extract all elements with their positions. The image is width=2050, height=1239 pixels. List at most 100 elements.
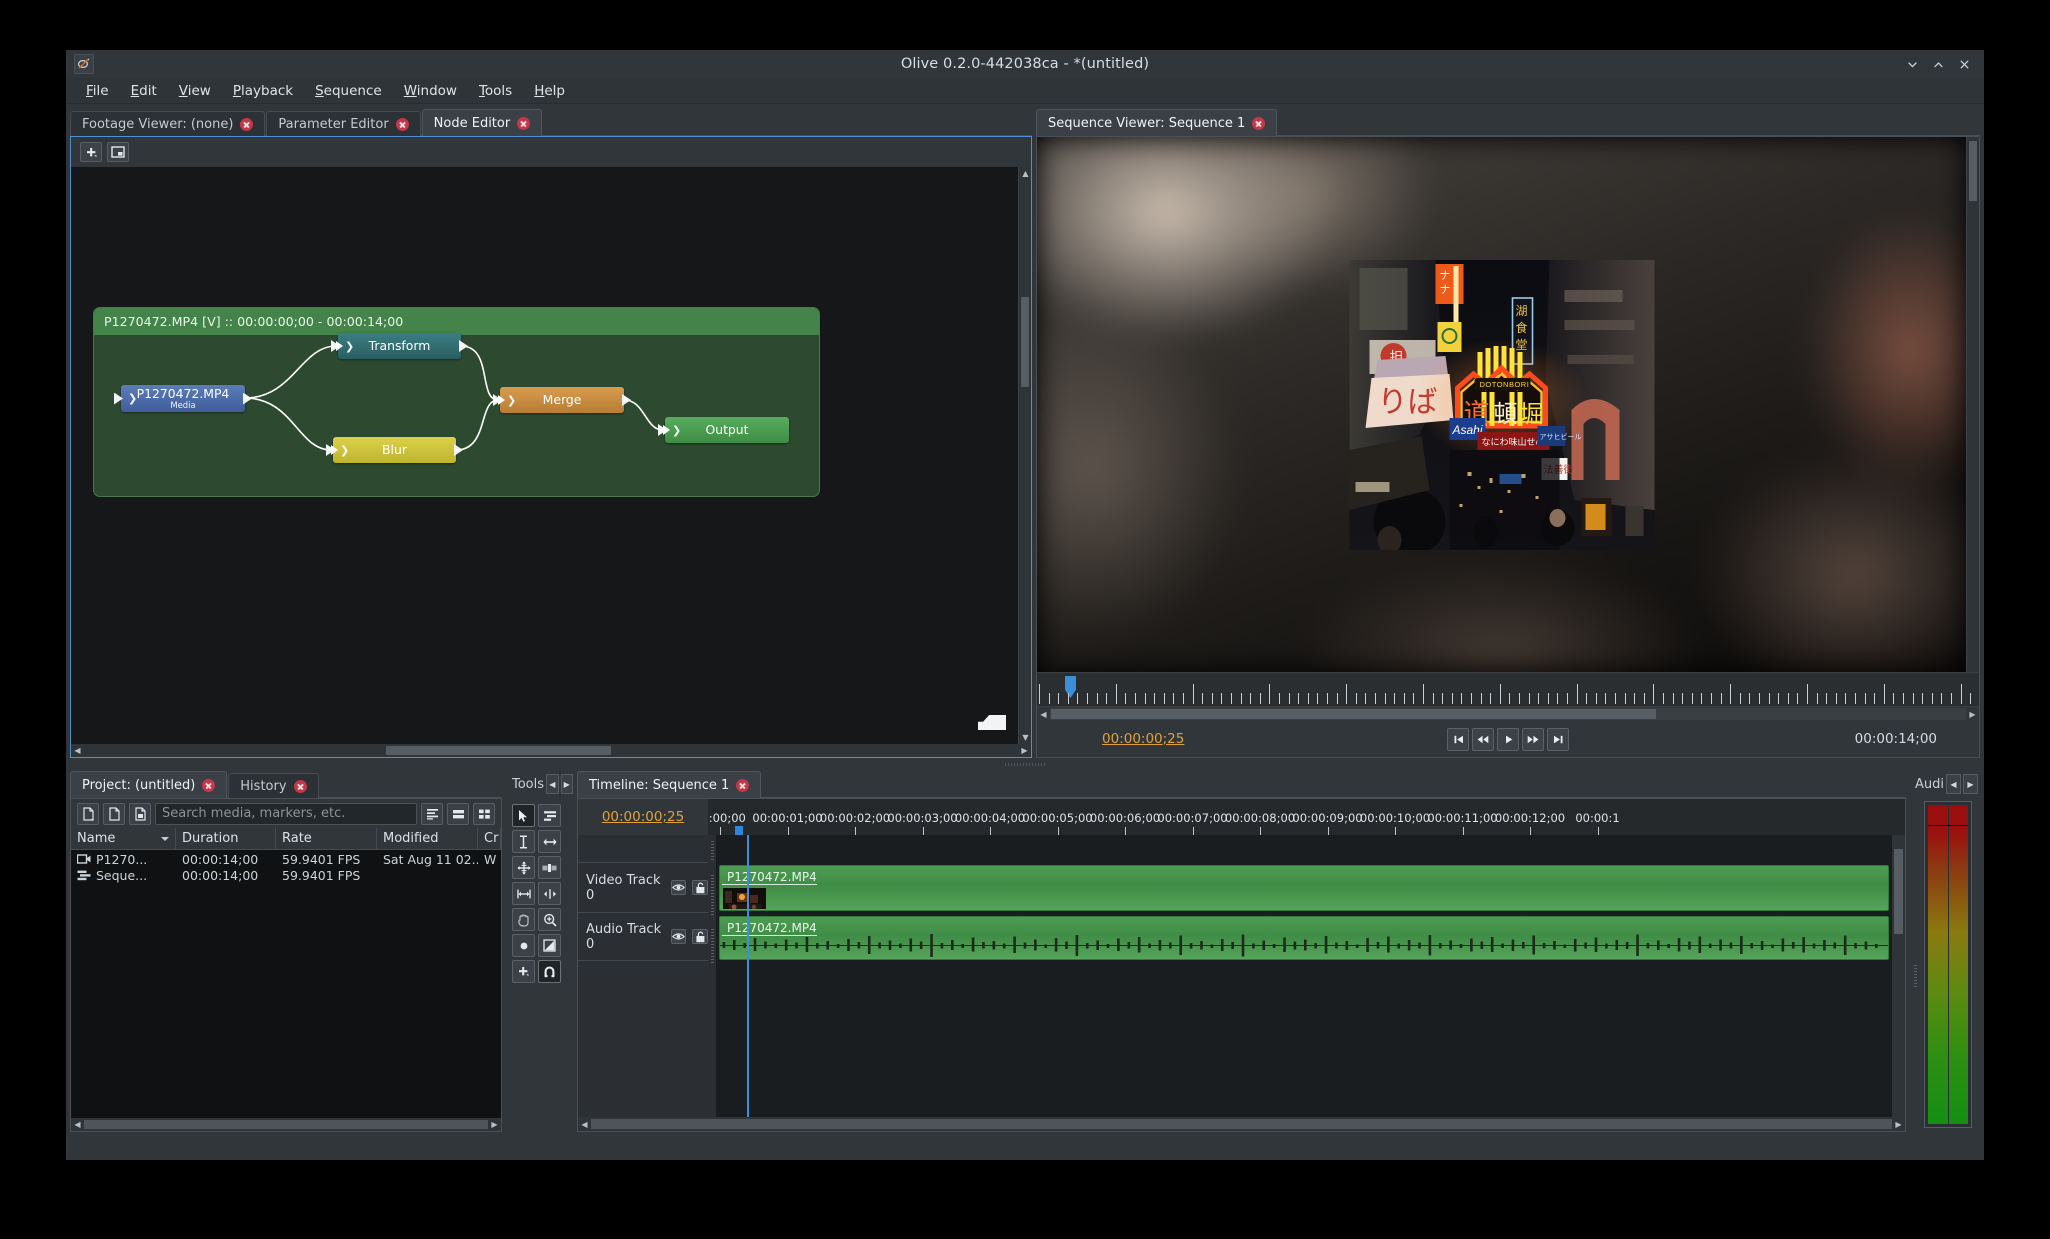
magnifier-plus-tool[interactable] [538,908,561,931]
scrollbar-thumb[interactable] [1051,709,1656,719]
list-view-icon[interactable] [421,802,443,825]
scrollbar-thumb[interactable] [591,1119,1892,1129]
scroll-right-icon[interactable]: ▶ [488,1118,501,1131]
minimap-icon[interactable] [978,715,1006,730]
close-icon[interactable] [395,117,409,131]
scroll-right-icon[interactable]: ▶ [1966,708,1979,721]
close-button[interactable] [1952,53,1976,75]
tab-parameter-editor[interactable]: Parameter Editor [266,111,421,136]
scroll-down-icon[interactable]: ▼ [1019,731,1032,744]
media-node[interactable]: ❯ P1270472.MP4 Media [114,385,252,412]
grip-handle[interactable] [710,875,714,915]
chevron-right-icon[interactable]: ❯ [507,394,516,407]
blur-node[interactable]: ❯ Blur [326,437,463,463]
fast-forward-icon[interactable] [1522,727,1544,751]
column-header-modified[interactable]: Modified [377,828,478,849]
node-graph-canvas[interactable]: P1270472.MP4 [V] :: 00:00:00;00 - 00:00:… [71,167,1018,744]
text-cursor-tool[interactable] [512,830,535,853]
column-header-duration[interactable]: Duration [176,828,276,849]
scrollbar-thumb[interactable] [1021,297,1029,387]
unlocked-padlock-icon[interactable] [692,929,708,944]
close-icon[interactable] [1252,116,1266,130]
table-row[interactable]: P1270... 00:00:14;00 59.9401 FPS Sat Aug… [71,851,501,867]
grip-handle[interactable] [710,841,714,861]
project-media-list[interactable]: P1270... 00:00:14;00 59.9401 FPS Sat Aug… [71,850,501,1118]
scroll-left-icon[interactable]: ◀ [71,1118,84,1131]
scrollbar-thumb[interactable] [1969,141,1977,201]
track-select-tool[interactable] [538,804,561,827]
menu-playback[interactable]: Playback [222,80,304,102]
hand-tool[interactable] [512,908,535,931]
razor-tool[interactable] [538,856,561,879]
chevron-right-icon[interactable]: ❯ [672,424,681,437]
column-header-rate[interactable]: Rate [276,828,377,849]
transition-tool[interactable] [538,934,561,957]
scroll-left-icon[interactable]: ◀ [71,744,84,757]
scrollbar-thumb[interactable] [386,746,611,755]
audio-level-meter[interactable] [1924,801,1972,1128]
menu-window[interactable]: Window [393,80,468,102]
video-preview[interactable]: 担 ナ ナ り 湖 食 DOTONBORI 道 頓 堀 Asahi なにわ味山せ… [1037,137,1966,672]
grip-handle[interactable] [710,929,714,963]
video-clip[interactable]: P1270472.MP4 [719,865,1889,911]
tab-footage-viewer[interactable]: Footage Viewer: (none) [70,111,266,136]
grip-handle[interactable] [1914,965,1917,987]
scroll-right-icon[interactable]: ▶ [1018,744,1031,757]
close-icon[interactable] [736,778,750,792]
menu-sequence[interactable]: Sequence [304,80,393,102]
audio-track-lane[interactable]: P1270472.MP4 [716,914,1892,962]
tab-timeline[interactable]: Timeline: Sequence 1 [577,771,762,798]
timeline-clip-area[interactable]: P1270472.MP4 P1270472.MP4 [716,835,1892,1117]
menu-tools[interactable]: Tools [468,80,523,102]
timeline-ruler[interactable]: 00:00;00 00:00:01;0000:00:02;0000:00:03;0… [708,799,1905,835]
close-icon[interactable] [240,117,254,131]
project-horizontal-scrollbar[interactable]: ◀ ▶ [71,1118,501,1131]
tab-sequence-viewer[interactable]: Sequence Viewer: Sequence 1 [1036,109,1278,136]
viewer-horizontal-scrollbar[interactable]: ◀ ▶ [1037,706,1979,721]
track-header-video-0[interactable]: Video Track 0 [578,863,708,913]
ripple-tool[interactable] [538,830,561,853]
viewer-current-timecode[interactable]: 00:00:00;25 [1102,731,1184,747]
node-editor-vertical-scrollbar[interactable]: ▲ ▼ [1018,167,1031,744]
search-input[interactable]: Search media, markers, etc. [155,802,417,825]
viewer-vertical-scrollbar[interactable] [1966,137,1979,672]
horizontal-splitter[interactable] [70,761,1980,767]
viewer-time-ruler[interactable] [1037,672,1979,706]
save-file-icon[interactable] [129,802,151,825]
slip-tool[interactable] [512,882,535,905]
skip-start-icon[interactable] [1447,727,1469,751]
chevron-right-icon[interactable]: ▶ [560,774,573,794]
video-track-lane[interactable]: P1270472.MP4 [716,863,1892,913]
menu-view[interactable]: View [168,80,222,102]
timeline-horizontal-scrollbar[interactable]: ◀ ▶ [578,1117,1905,1131]
node-editor-horizontal-scrollbar[interactable]: ◀ ▶ [71,744,1031,757]
viewer-playhead[interactable] [1065,676,1076,698]
chevron-right-icon[interactable]: ❯ [345,340,354,353]
minimap-icon[interactable] [107,142,129,162]
track-header-audio-0[interactable]: Audio Track 0 [578,913,708,961]
merge-node[interactable]: ❯ Merge [493,387,631,413]
scrollbar-thumb[interactable] [84,1120,488,1129]
grid-view-icon[interactable] [473,802,495,825]
scrollbar-thumb[interactable] [1894,849,1903,934]
chevron-left-icon[interactable]: ◀ [1946,774,1961,794]
menu-file[interactable]: File [75,80,120,102]
scroll-left-icon[interactable]: ◀ [578,1118,591,1131]
close-icon[interactable] [293,779,307,793]
timeline-vertical-scrollbar[interactable] [1892,835,1905,1117]
slide-tool[interactable] [538,882,561,905]
new-file-icon[interactable] [77,802,99,825]
maximize-button[interactable] [1926,53,1950,75]
transform-node[interactable]: ❯ Transform [331,333,468,359]
timeline-current-timecode[interactable]: 00:00:00;25 [578,799,708,835]
table-row[interactable]: Seque... 00:00:14;00 59.9401 FPS [71,867,501,883]
tab-node-editor[interactable]: Node Editor [421,109,543,136]
eye-icon[interactable] [670,880,687,895]
skip-end-icon[interactable] [1547,727,1569,751]
track-resize-grips[interactable] [708,835,716,1117]
audio-clip[interactable]: P1270472.MP4 [719,916,1889,960]
close-icon[interactable] [202,778,216,792]
scroll-left-icon[interactable]: ◀ [1037,708,1050,721]
add-tool[interactable] [512,960,535,983]
menu-help[interactable]: Help [523,80,576,102]
